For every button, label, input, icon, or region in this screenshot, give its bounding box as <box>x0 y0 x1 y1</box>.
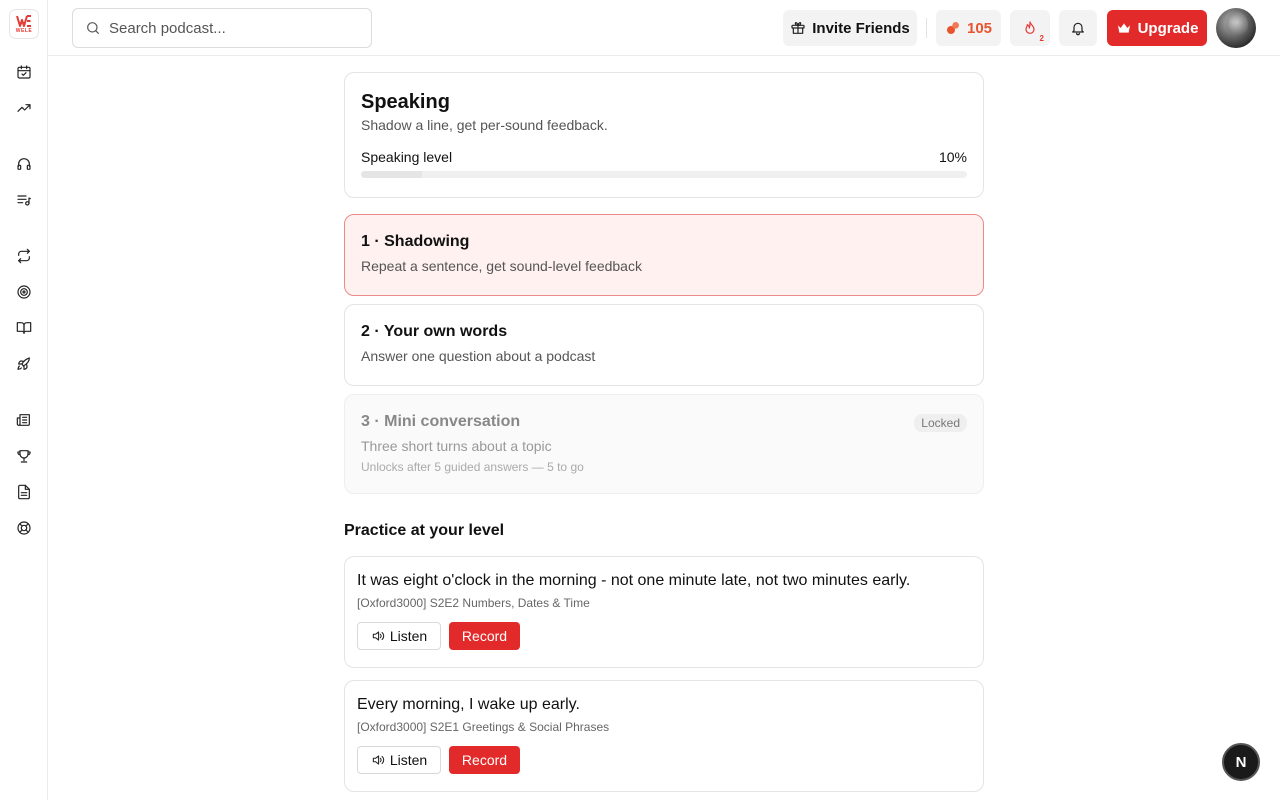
top-header: Invite Friends 105 2 Upgrade <box>48 0 1280 56</box>
newspaper-icon[interactable] <box>14 410 34 430</box>
gift-icon <box>791 22 805 34</box>
speaker-icon <box>372 631 384 641</box>
step-subtitle: Three short turns about a topic <box>361 438 552 454</box>
speaking-level-value: 10% <box>938 149 967 165</box>
speaking-level-progress <box>361 171 967 178</box>
flame-icon <box>1025 21 1035 34</box>
target-icon[interactable] <box>14 282 34 302</box>
search-icon <box>87 22 99 34</box>
speaking-level-row: Speaking level 10% <box>361 149 967 165</box>
practice-actions: Listen Record <box>357 622 971 650</box>
practice-source: [Oxford3000] S2E1 Greetings & Social Phr… <box>357 720 610 734</box>
unlock-note: Unlocks after 5 guided answers — 5 to go <box>361 460 584 474</box>
repeat-icon[interactable] <box>14 246 34 266</box>
crown-icon <box>1117 23 1130 33</box>
headphones-icon[interactable] <box>14 154 34 174</box>
practice-actions: Listen Record <box>357 746 971 774</box>
bell-icon <box>1072 22 1084 36</box>
step-shadowing[interactable]: 1 · Shadowing Repeat a sentence, get sou… <box>344 214 984 296</box>
practice-sentence: It was eight o'clock in the morning - no… <box>357 572 911 589</box>
listen-button[interactable]: Listen <box>357 622 441 650</box>
rocket-icon[interactable] <box>14 354 34 374</box>
speaking-card: Speaking Shadow a line, get per-sound fe… <box>344 72 984 198</box>
record-button[interactable]: Record <box>449 746 520 774</box>
calendar-check-icon[interactable] <box>14 62 34 82</box>
record-button[interactable]: Record <box>449 622 520 650</box>
user-avatar[interactable] <box>1216 8 1256 48</box>
speaking-level-progress-fill <box>361 171 422 178</box>
logo-text: WELE <box>15 28 33 34</box>
main-content: Speaking Shadow a line, get per-sound fe… <box>344 72 984 792</box>
step-title: 1 · Shadowing <box>361 233 470 250</box>
dev-tools-button[interactable]: N <box>1222 743 1260 781</box>
invite-friends-button[interactable]: Invite Friends <box>783 10 917 46</box>
practice-source: [Oxford3000] S2E2 Numbers, Dates & Time <box>357 596 590 610</box>
streak-count: 2 <box>1039 34 1044 43</box>
search-box[interactable] <box>72 8 372 48</box>
step-title: 2 · Your own words <box>361 323 508 340</box>
coins-icon <box>946 22 959 34</box>
practice-item: It was eight o'clock in the morning - no… <box>344 556 984 668</box>
sidebar: WELE <box>0 0 48 800</box>
upgrade-label: Upgrade <box>1137 19 1199 37</box>
notifications-button[interactable] <box>1059 10 1097 46</box>
trophy-icon[interactable] <box>14 446 34 466</box>
practice-item: Every morning, I wake up early. [Oxford3… <box>344 680 984 792</box>
step-subtitle: Repeat a sentence, get sound-level feedb… <box>361 258 642 274</box>
step-subtitle: Answer one question about a podcast <box>361 348 596 364</box>
listen-label: Listen <box>389 628 428 644</box>
practice-sentence: Every morning, I wake up early. <box>357 696 580 713</box>
coins-count: 105 <box>966 19 993 37</box>
logo-icon <box>16 15 31 27</box>
invite-friends-label: Invite Friends <box>812 19 910 37</box>
book-open-icon[interactable] <box>14 318 34 338</box>
practice-section-title: Practice at your level <box>344 522 505 539</box>
lifebuoy-icon[interactable] <box>14 518 34 538</box>
playlist-icon[interactable] <box>14 190 34 210</box>
listen-button[interactable]: Listen <box>357 746 441 774</box>
trending-up-icon[interactable] <box>14 98 34 118</box>
page-title: Speaking <box>361 91 450 113</box>
locked-badge: Locked <box>914 414 967 432</box>
speaking-level-label: Speaking level <box>361 149 453 165</box>
upgrade-button[interactable]: Upgrade <box>1107 10 1207 46</box>
header-divider <box>926 18 927 38</box>
file-text-icon[interactable] <box>14 482 34 502</box>
step-title: 3 · Mini conversation <box>361 413 521 430</box>
step-your-own-words[interactable]: 2 · Your own words Answer one question a… <box>344 304 984 386</box>
coins-button[interactable]: 105 <box>936 10 1001 46</box>
streak-button[interactable]: 2 <box>1010 10 1050 46</box>
listen-label: Listen <box>389 752 428 768</box>
step-mini-conversation: 3 · Mini conversation Locked Three short… <box>344 394 984 494</box>
app-logo[interactable]: WELE <box>9 9 39 39</box>
search-input[interactable] <box>109 19 349 37</box>
page-subtitle: Shadow a line, get per-sound feedback. <box>361 117 608 133</box>
speaker-icon <box>372 755 384 765</box>
